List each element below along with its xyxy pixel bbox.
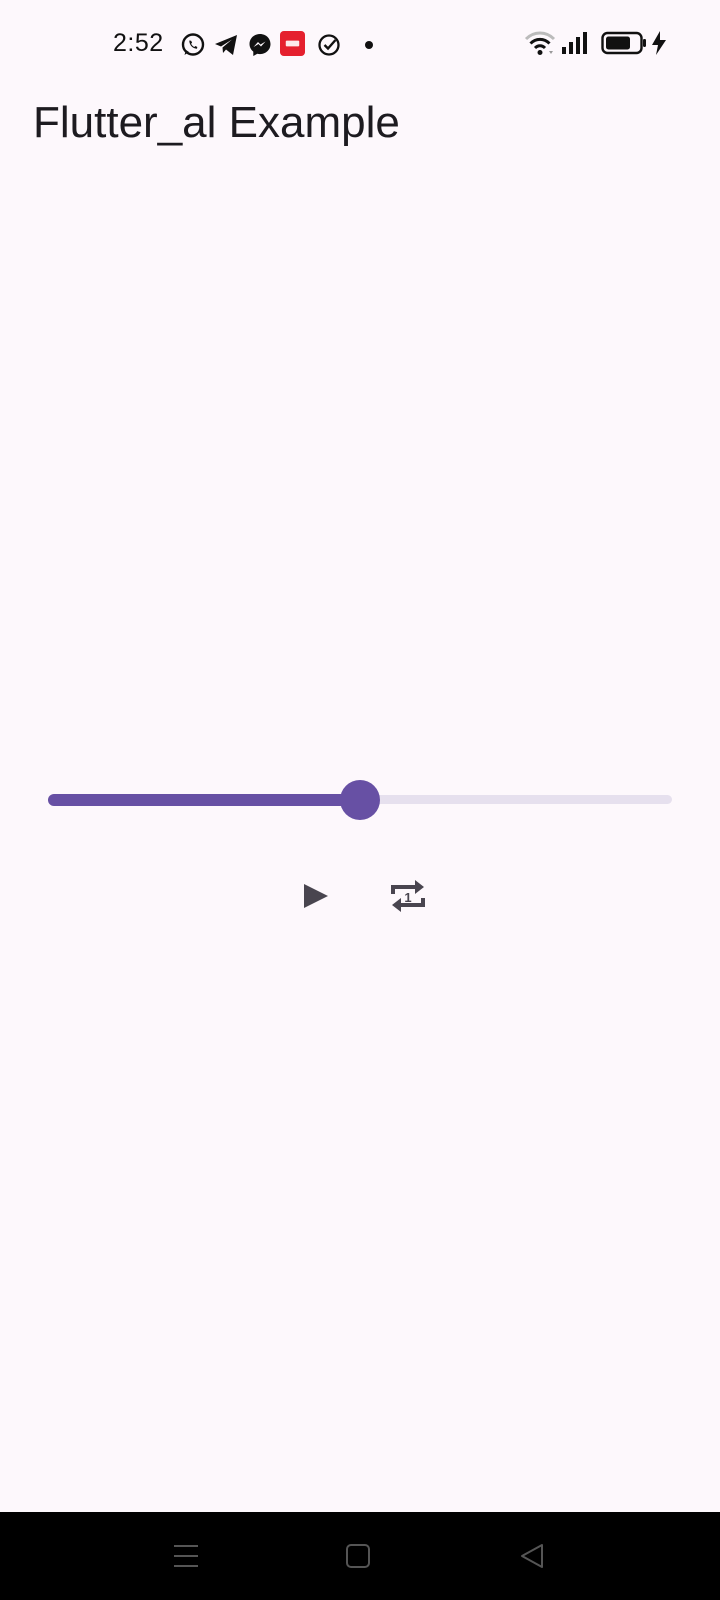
play-icon [304,884,328,908]
home-icon[interactable] [342,1540,374,1572]
check-circle-icon [318,34,340,56]
repeat-one-icon: 1 [391,880,425,912]
charging-icon [652,31,666,55]
app-bar-title: Flutter_al Example [33,98,400,147]
menu-icon[interactable] [170,1540,202,1572]
status-bar: 2:52 [0,0,720,90]
svg-text:1: 1 [404,890,411,905]
red-app-icon [280,31,305,56]
system-navigation-bar [0,1512,720,1600]
battery-icon [601,31,646,55]
slider-thumb[interactable] [340,780,380,820]
repeat-one-button[interactable]: 1 [384,872,432,920]
messenger-icon [249,34,271,56]
app-screen: 2:52 Flutter_al Example 1 [0,0,720,1600]
play-button[interactable] [291,872,339,920]
seek-slider[interactable] [48,780,672,820]
slider-active-track [48,794,360,806]
whatsapp-icon [181,33,205,56]
dot-icon [365,41,373,49]
status-time: 2:52 [113,29,164,57]
signal-icon [562,32,587,54]
wifi-icon [524,31,556,55]
telegram-icon [215,35,237,55]
back-icon[interactable] [516,1540,548,1572]
